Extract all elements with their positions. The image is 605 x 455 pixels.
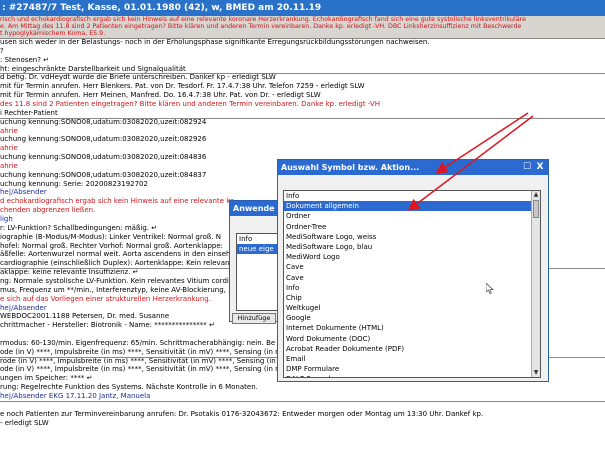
arrow-to-selected-item bbox=[407, 115, 534, 211]
arrow-to-dialog-title bbox=[435, 112, 529, 174]
annotation-arrows bbox=[407, 112, 534, 211]
